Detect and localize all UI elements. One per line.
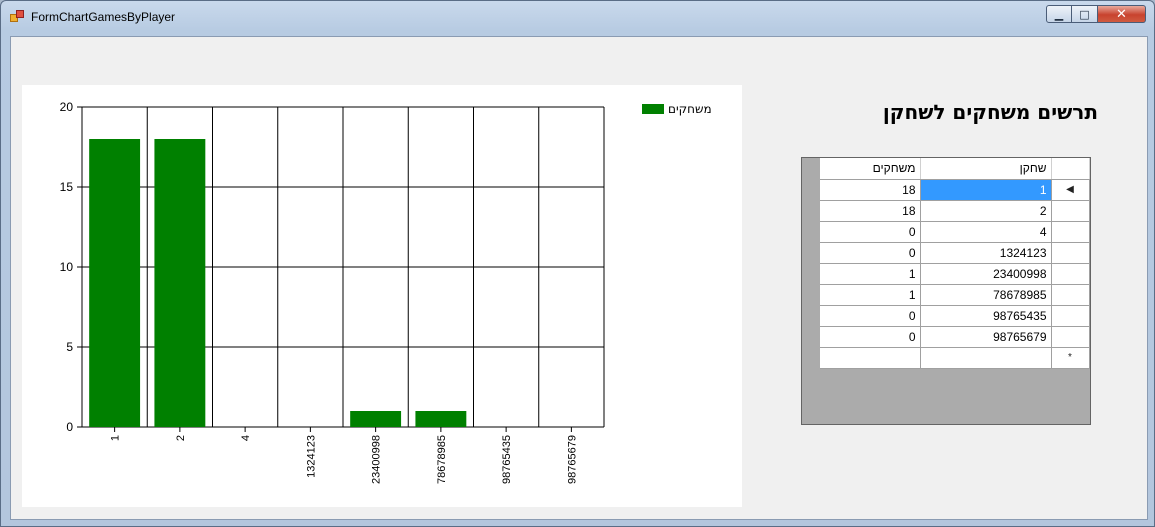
cell-player[interactable]: 23400998 xyxy=(920,263,1052,285)
cell-games[interactable]: 18 xyxy=(820,200,921,222)
cell-games[interactable]: 18 xyxy=(820,179,921,201)
players-data-grid[interactable]: משחקים שחקן 18 1 ◀ 18 2 0 4 0 1324123 1 … xyxy=(801,157,1091,425)
row-header[interactable] xyxy=(1051,284,1090,306)
x-tick-label: 23400998 xyxy=(371,435,383,484)
legend-swatch xyxy=(642,104,664,114)
minimize-button[interactable]: ▁ xyxy=(1046,5,1072,23)
new-row-indicator-icon[interactable]: * xyxy=(1051,347,1090,369)
maximize-button[interactable]: □ xyxy=(1072,5,1098,23)
table-row[interactable]: 0 1324123 xyxy=(820,242,1090,264)
row-header[interactable] xyxy=(1051,242,1090,264)
cell-player[interactable]: 2 xyxy=(920,200,1052,222)
games-chart: 051015201 2 4 1324123 23400998 78678985 987654… xyxy=(60,100,712,484)
new-row-cell-games[interactable] xyxy=(820,347,921,369)
current-row-indicator-icon[interactable]: ◀ xyxy=(1051,179,1090,201)
row-header-corner[interactable] xyxy=(1051,158,1090,180)
table-row[interactable]: 1 23400998 xyxy=(820,263,1090,285)
close-button[interactable]: ✕ xyxy=(1098,5,1146,23)
cell-player[interactable]: 1324123 xyxy=(920,242,1052,264)
grid-header-row: משחקים שחקן xyxy=(820,158,1090,180)
y-tick-label: 20 xyxy=(60,100,74,114)
x-tick-label: 4 xyxy=(240,435,252,441)
y-tick-label: 0 xyxy=(66,420,73,434)
table-row[interactable]: 18 2 xyxy=(820,200,1090,222)
cell-games[interactable]: 0 xyxy=(820,242,921,264)
cell-player[interactable]: 4 xyxy=(920,221,1052,243)
chart-bar xyxy=(89,139,141,427)
chart-bar xyxy=(154,139,206,427)
x-tick-label: 1324123 xyxy=(305,435,317,478)
new-row[interactable]: * xyxy=(820,347,1090,369)
y-tick-label: 5 xyxy=(66,340,73,354)
x-tick-label: 1 xyxy=(110,435,122,441)
table-row[interactable]: 0 98765679 xyxy=(820,326,1090,348)
app-window: FormChartGamesByPlayer ▁ □ ✕ 0 5 10 15 20 1 2 4… xyxy=(0,0,1155,527)
cell-player[interactable]: 1 xyxy=(920,179,1052,201)
minimize-icon: ▁ xyxy=(1054,7,1064,21)
y-tick-label: 15 xyxy=(60,180,74,194)
row-header[interactable] xyxy=(1051,305,1090,327)
x-tick-label: 98765679 xyxy=(566,435,578,484)
table-row[interactable]: 1 78678985 xyxy=(820,284,1090,306)
form-client-area: 0 5 10 15 20 1 2 4 1324123 23400998 78678985 987654… xyxy=(10,36,1148,520)
x-tick-label: 98765435 xyxy=(501,435,513,484)
y-tick-label: 10 xyxy=(60,260,74,274)
row-header[interactable] xyxy=(1051,221,1090,243)
row-header[interactable] xyxy=(1051,200,1090,222)
app-icon xyxy=(10,10,24,22)
maximize-icon: □ xyxy=(1079,7,1090,21)
cell-games[interactable]: 1 xyxy=(820,284,921,306)
cell-games[interactable]: 0 xyxy=(820,221,921,243)
x-tick-label: 78678985 xyxy=(436,435,448,484)
title-bar[interactable]: FormChartGamesByPlayer ▁ □ ✕ xyxy=(1,1,1154,31)
table-row[interactable]: 0 4 xyxy=(820,221,1090,243)
legend-label: משחקים xyxy=(668,102,712,116)
row-header[interactable] xyxy=(1051,326,1090,348)
close-icon: ✕ xyxy=(1116,6,1127,22)
row-header[interactable] xyxy=(1051,263,1090,285)
chart-bar xyxy=(415,411,467,427)
cell-games[interactable]: 1 xyxy=(820,263,921,285)
new-row-cell-player[interactable] xyxy=(920,347,1052,369)
chart-bar xyxy=(350,411,402,427)
cell-player[interactable]: 98765435 xyxy=(920,305,1052,327)
cell-games[interactable]: 0 xyxy=(820,305,921,327)
column-header-games[interactable]: משחקים xyxy=(820,158,921,180)
table-row[interactable]: 18 1 ◀ xyxy=(820,179,1090,201)
chart-panel: 0 5 10 15 20 1 2 4 1324123 23400998 78678985 987654… xyxy=(22,85,742,507)
page-title: תרשים משחקים לשחקן xyxy=(882,100,1098,124)
table-row[interactable]: 0 98765435 xyxy=(820,305,1090,327)
x-tick-label: 2 xyxy=(175,435,187,441)
cell-player[interactable]: 98765679 xyxy=(920,326,1052,348)
grid-table: משחקים שחקן 18 1 ◀ 18 2 0 4 0 1324123 1 … xyxy=(820,158,1090,369)
cell-games[interactable]: 0 xyxy=(820,326,921,348)
column-header-player[interactable]: שחקן xyxy=(920,158,1052,180)
window-title: FormChartGamesByPlayer xyxy=(31,10,176,24)
cell-player[interactable]: 78678985 xyxy=(920,284,1052,306)
